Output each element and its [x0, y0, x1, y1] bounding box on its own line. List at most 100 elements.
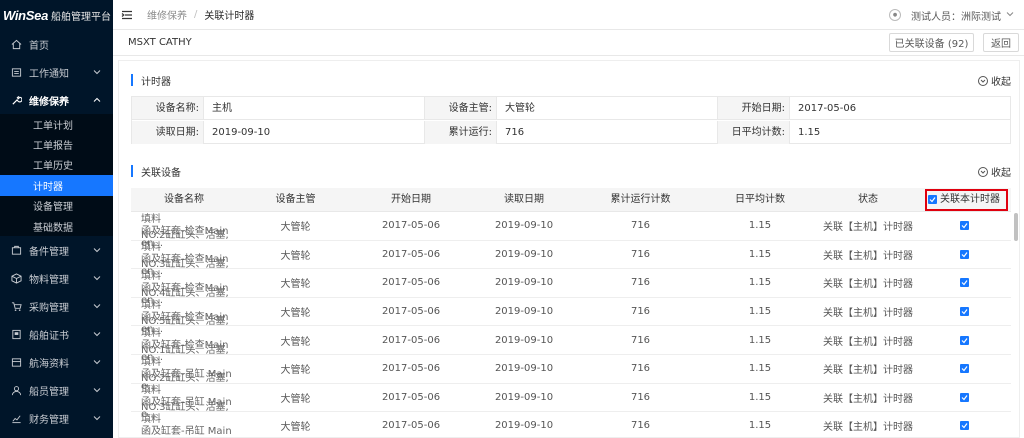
cell-total-run: 716	[630, 420, 651, 432]
link-checkbox[interactable]	[959, 392, 969, 402]
col-total-run: 累计运行计数	[610, 194, 671, 205]
device-name-value: 主机	[204, 97, 425, 119]
cell-read-date: 2019-09-10	[494, 248, 554, 260]
cell-start-date: 2017-05-06	[381, 334, 441, 346]
link-checkbox[interactable]	[959, 221, 969, 231]
chevron-down-icon	[1006, 10, 1014, 21]
device-name-line: 函及缸套-吊缸 Main e...	[141, 425, 232, 438]
submenu-equipment[interactable]: 设备管理	[0, 196, 113, 216]
start-date-label: 开始日期:	[718, 97, 790, 119]
submenu-work-report[interactable]: 工单报告	[0, 134, 113, 154]
cell-manager: 大管轮	[280, 279, 311, 291]
submenu-work-plan[interactable]: 工单计划	[0, 114, 113, 134]
submenu-work-history[interactable]: 工单历史	[0, 155, 113, 175]
wrench-icon	[10, 94, 22, 106]
info-row: 设备名称: 主机 设备主管: 大管轮 开始日期: 2017-05-06	[132, 97, 1010, 120]
link-checkbox[interactable]	[959, 421, 969, 431]
back-button[interactable]: 返回	[983, 33, 1019, 52]
cell-start-date: 2017-05-06	[381, 363, 441, 375]
device-name-line: NO.3缸缸头、活塞,填料	[141, 401, 229, 425]
logo-bar: WinSea 船舶管理平台	[0, 0, 113, 30]
device-name-line: NO.2缸缸头、活塞,填料	[141, 230, 229, 254]
chevron-down-icon	[93, 68, 101, 79]
sidebar-item-notice[interactable]: 工作通知	[0, 58, 113, 86]
notice-icon	[10, 66, 22, 78]
chevron-down-icon	[93, 330, 101, 341]
cell-read-date: 2019-09-10	[494, 363, 554, 375]
table-row: NO.4缸缸头、活塞,填料 函及缸套-检查Main en... 大管轮 2017-05…	[131, 288, 1011, 335]
sidebar-item-material[interactable]: 物料管理	[0, 264, 113, 292]
linked-section-title: 关联设备	[131, 164, 181, 179]
breadcrumb-parent[interactable]: 维修保养	[147, 7, 187, 22]
col-status: 状态	[858, 194, 878, 205]
cell-status: 关联【主机】计时器	[823, 336, 913, 348]
linked-devices-button[interactable]: 已关联设备 (92)	[889, 33, 974, 52]
sidebar-item-finance[interactable]: 财务管理	[0, 404, 113, 432]
sidebar-item-label: 船舶证书	[29, 330, 69, 342]
read-date-value: 2019-09-10	[204, 121, 425, 144]
cell-total-run: 716	[630, 391, 651, 403]
col-start-date: 开始日期	[391, 194, 431, 205]
sidebar-item-label: 首页	[29, 40, 49, 52]
cell-total-run: 716	[630, 363, 651, 375]
submenu-timer[interactable]: 计时器	[0, 175, 113, 196]
device-name-line: NO.4缸缸头、活塞,填料	[141, 287, 229, 311]
linked-devices-table: 设备名称 设备主管 开始日期 读取日期 累计运行计数 日平均计数 状态 关联本计…	[131, 188, 1011, 438]
link-checkbox[interactable]	[959, 364, 969, 374]
link-checkbox[interactable]	[959, 335, 969, 345]
daily-avg-value: 1.15	[798, 127, 821, 138]
cell-manager: 大管轮	[280, 336, 311, 348]
sidebar-item-parts[interactable]: 备件管理	[0, 236, 113, 264]
app-subtitle: 船舶管理平台	[51, 11, 112, 23]
device-name-line: NO.2缸缸头、活塞,填料	[141, 373, 229, 397]
sidebar-item-label: 工作通知	[29, 68, 69, 80]
chevron-down-icon	[93, 302, 101, 313]
submenu-base-data[interactable]: 基础数据	[0, 216, 113, 236]
cell-daily-avg: 1.15	[748, 363, 772, 375]
cell-total-run: 716	[630, 248, 651, 260]
sidebar-item-crew[interactable]: 船员管理	[0, 376, 113, 404]
scrollbar[interactable]	[1014, 213, 1018, 241]
link-checkbox[interactable]	[959, 249, 969, 259]
cell-status: 关联【主机】计时器	[823, 279, 913, 291]
menu-fold-icon[interactable]	[121, 9, 133, 21]
link-checkbox[interactable]	[959, 307, 969, 317]
user-menu[interactable]: ● 测试人员：洲际测试	[889, 0, 1014, 30]
device-name-line: NO.5缸缸头、活塞,填料	[141, 316, 229, 340]
ship-bar: MSXT CATHY 已关联设备 (92) 返回	[113, 30, 1024, 56]
cart-icon	[10, 300, 22, 312]
sidebar-item-home[interactable]: 首页	[0, 30, 113, 58]
sidebar: WinSea 船舶管理平台 首页 工作通知 维修保养 工单计划 工单报告 工单历…	[0, 0, 113, 438]
table-row: NO.2缸缸头、活塞,填料 函及缸套-吊缸 Main e... 大管轮 2017-05…	[131, 373, 1011, 420]
cell-manager: 大管轮	[280, 250, 311, 262]
cell-device-name: NO.3缸缸头、活塞,填料函及缸套-吊缸 Main e...	[131, 402, 237, 438]
collapse-label: 收起	[991, 77, 1011, 88]
cell-total-run: 716	[630, 277, 651, 289]
breadcrumb-current: 关联计时器	[204, 11, 255, 22]
user-name: 测试人员：洲际测试	[911, 11, 1001, 23]
manager-value: 大管轮	[497, 97, 718, 119]
cell-read-date: 2019-09-10	[494, 420, 554, 432]
sidebar-item-purchase[interactable]: 采购管理	[0, 292, 113, 320]
chevron-down-icon	[93, 386, 101, 397]
table-row: NO.5缸缸头、活塞,填料 函及缸套-检查Main en... 大管轮 2017-05…	[131, 316, 1011, 363]
sidebar-item-navigation[interactable]: 航海资料	[0, 348, 113, 376]
sidebar-item-maintenance[interactable]: 维修保养	[0, 86, 113, 114]
cell-read-date: 2019-09-10	[494, 334, 554, 346]
timer-collapse-button[interactable]: 收起	[978, 73, 1011, 88]
logo: WinSea	[3, 7, 49, 23]
avatar: ●	[889, 9, 901, 21]
cell-start-date: 2017-05-06	[381, 391, 441, 403]
sidebar-item-certificate[interactable]: 船舶证书	[0, 320, 113, 348]
cell-status: 关联【主机】计时器	[823, 250, 913, 262]
finance-icon	[10, 412, 22, 424]
link-checkbox[interactable]	[959, 278, 969, 288]
col-device-name: 设备名称	[164, 194, 204, 205]
cell-link	[917, 307, 1011, 317]
sidebar-item-label: 采购管理	[29, 302, 69, 314]
col-manager: 设备主管	[275, 194, 316, 205]
cell-daily-avg: 1.15	[748, 277, 772, 289]
linked-collapse-button[interactable]: 收起	[978, 164, 1011, 179]
collapse-label: 收起	[991, 168, 1011, 179]
chevron-down-icon	[93, 274, 101, 285]
